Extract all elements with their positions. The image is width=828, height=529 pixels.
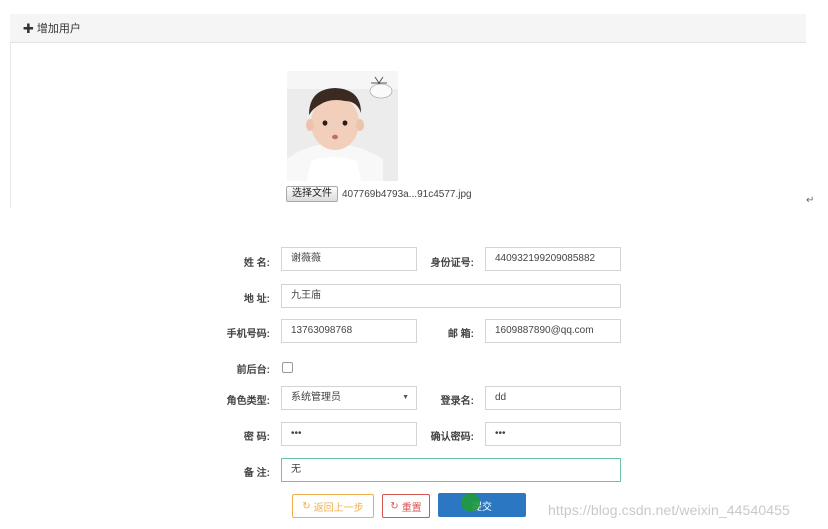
reset-button[interactable]: ↻ 重置 — [382, 494, 430, 518]
back-button-label: 返回上一步 — [313, 502, 364, 514]
phone-label: 手机号码: — [226, 329, 270, 340]
return-mark: ↵ — [806, 195, 815, 206]
backend-checkbox[interactable] — [282, 362, 293, 373]
role-select[interactable]: 系统管理员 ▼ — [281, 386, 417, 410]
email-label: 邮 箱: — [447, 329, 474, 340]
panel-border — [10, 43, 11, 208]
watermark: https://blog.csdn.net/weixin_44540455 — [548, 502, 790, 518]
refresh-icon: ↻ — [302, 500, 311, 512]
remark-input[interactable]: 无 — [281, 458, 621, 482]
password-label: 密 码: — [243, 432, 270, 443]
confirm-password-input[interactable]: ••• — [485, 422, 621, 446]
name-label: 姓 名: — [243, 258, 270, 269]
panel-title: 增加用户 — [36, 23, 81, 35]
login-label: 登录名: — [440, 396, 474, 407]
refresh-icon: ↻ — [390, 500, 399, 512]
address-label: 地 址: — [243, 294, 270, 305]
caret-down-icon: ▼ — [402, 394, 409, 401]
role-selected-value: 系统管理员 — [291, 392, 341, 403]
login-input[interactable]: dd — [485, 386, 621, 410]
email-input[interactable]: 1609887890@qq.com — [485, 319, 621, 343]
click-indicator — [461, 493, 480, 512]
confirm-password-label: 确认密码: — [430, 432, 474, 443]
plus-icon: ✚ — [23, 20, 34, 36]
phone-input[interactable]: 13763098768 — [281, 319, 417, 343]
submit-button[interactable]: 提交 — [438, 493, 526, 517]
remark-label: 备 注: — [243, 468, 270, 479]
password-input[interactable]: ••• — [281, 422, 417, 446]
choose-file-button[interactable]: 选择文件 — [286, 186, 338, 202]
file-upload: 选择文件 407769b4793a...91c4577.jpg — [286, 185, 472, 203]
address-input[interactable]: 九王庙 — [281, 284, 621, 308]
id-number-input[interactable]: 440932199209085882 — [485, 247, 621, 271]
file-name: 407769b4793a...91c4577.jpg — [342, 188, 472, 200]
backend-label: 前后台: — [236, 365, 270, 376]
avatar-preview — [287, 71, 398, 181]
role-label: 角色类型: — [226, 396, 270, 407]
back-button[interactable]: ↻ 返回上一步 — [292, 494, 374, 518]
name-input[interactable]: 谢薇薇 — [281, 247, 417, 271]
panel-header: ✚ 增加用户 — [10, 14, 806, 43]
reset-button-label: 重置 — [401, 502, 422, 514]
id-number-label: 身份证号: — [430, 258, 474, 269]
